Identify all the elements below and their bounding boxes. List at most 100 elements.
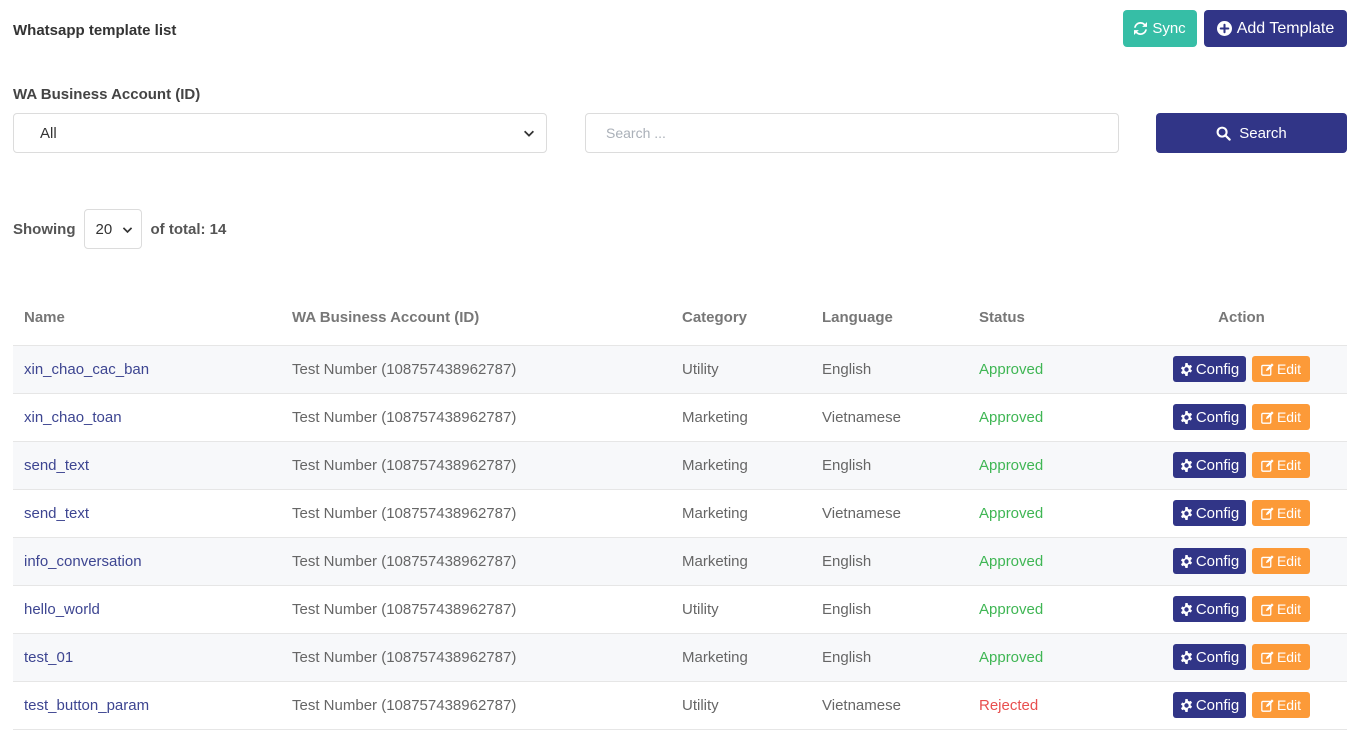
edit-button[interactable]: Edit [1252,596,1310,622]
edit-button[interactable]: Edit [1252,452,1310,478]
status-cell: Approved [968,633,1136,682]
category-cell: Utility [671,585,811,634]
config-button[interactable]: Config [1173,500,1246,526]
category-cell: Marketing [671,489,811,538]
edit-label: Edit [1276,649,1302,665]
edit-icon [1261,554,1274,568]
table-row: send_text Test Number (108757438962787) Ma… [13,489,1347,538]
language-cell: English [811,585,968,634]
action-cell: Config Edit [1136,489,1347,538]
config-button[interactable]: Config [1173,452,1246,478]
edit-label: Edit [1276,697,1302,713]
page-size-value: 20 [95,220,113,238]
edit-button[interactable]: Edit [1252,692,1310,718]
table-row: xin_chao_cac_ban Test Number (10875743896… [13,345,1347,394]
template-name[interactable]: xin_chao_cac_ban [13,345,281,394]
pagination-bar: Showing 20 of total: 14 [13,209,226,249]
config-label: Config [1195,456,1240,474]
action-cell: Config Edit [1136,537,1347,586]
table-row: send_text Test Number (108757438962787) Ma… [13,441,1347,490]
template-table: Name WA Business Account (ID) Category L… [13,290,1347,730]
edit-button[interactable]: Edit [1252,548,1310,574]
config-label: Config [1195,360,1240,378]
column-header-category[interactable]: Category [671,290,811,346]
action-cell: Config Edit [1136,585,1347,634]
config-button[interactable]: Config [1173,404,1246,430]
category-cell: Utility [671,345,811,394]
config-button[interactable]: Config [1173,644,1246,670]
template-name[interactable]: send_text [13,489,281,538]
edit-label: Edit [1276,553,1302,569]
account-cell: Test Number (108757438962787) [281,633,671,682]
config-button[interactable]: Config [1173,692,1246,718]
template-name[interactable]: hello_world [13,585,281,634]
edit-button[interactable]: Edit [1252,644,1310,670]
column-header-name[interactable]: Name [13,290,281,346]
gear-icon [1180,506,1192,520]
status-cell: Approved [968,441,1136,490]
column-header-language[interactable]: Language [811,290,968,346]
config-label: Config [1195,648,1240,666]
template-name[interactable]: info_conversation [13,537,281,586]
edit-button[interactable]: Edit [1252,356,1310,382]
action-cell: Config Edit [1136,345,1347,394]
gear-icon [1180,602,1192,616]
sync-label: Sync [1152,20,1186,37]
account-cell: Test Number (108757438962787) [281,585,671,634]
edit-label: Edit [1276,505,1302,521]
edit-icon [1261,410,1274,424]
language-cell: English [811,537,968,586]
add-template-button[interactable]: Add Template [1204,10,1347,47]
page-size-select[interactable]: 20 [83,209,142,249]
edit-label: Edit [1276,601,1302,617]
action-cell: Config Edit [1136,681,1347,730]
column-header-account[interactable]: WA Business Account (ID) [281,290,671,346]
config-button[interactable]: Config [1173,356,1246,382]
gear-icon [1180,698,1192,712]
chevron-down-icon [122,227,132,234]
edit-icon [1261,602,1274,616]
config-label: Config [1195,696,1240,714]
table-header: Name WA Business Account (ID) Category L… [13,290,1347,346]
edit-label: Edit [1276,361,1302,377]
status-cell: Rejected [968,681,1136,730]
search-button[interactable]: Search [1156,113,1347,153]
category-cell: Marketing [671,393,811,442]
edit-button[interactable]: Edit [1252,404,1310,430]
gear-icon [1180,410,1192,424]
config-label: Config [1195,408,1240,426]
chevron-down-icon [524,130,534,137]
config-button[interactable]: Config [1173,596,1246,622]
column-header-status[interactable]: Status [968,290,1136,346]
edit-label: Edit [1276,409,1302,425]
status-cell: Approved [968,345,1136,394]
template-name[interactable]: xin_chao_toan [13,393,281,442]
search-input[interactable] [585,113,1119,153]
table-row: hello_world Test Number (108757438962787)… [13,585,1347,634]
search-icon [1216,126,1231,141]
edit-icon [1261,506,1274,520]
gear-icon [1180,650,1192,664]
gear-icon [1180,554,1192,568]
status-cell: Approved [968,489,1136,538]
config-button[interactable]: Config [1173,548,1246,574]
status-cell: Approved [968,585,1136,634]
template-name[interactable]: send_text [13,441,281,490]
language-cell: Vietnamese [811,489,968,538]
total-count: of total: 14 [150,220,227,238]
column-header-action: Action [1136,290,1347,346]
account-cell: Test Number (108757438962787) [281,345,671,394]
sync-button[interactable]: Sync [1123,10,1197,47]
edit-button[interactable]: Edit [1252,500,1310,526]
table-row: xin_chao_toan Test Number (10875743896278… [13,393,1347,442]
account-filter-label: WA Business Account (ID) [13,86,201,103]
template-name[interactable]: test_01 [13,633,281,682]
edit-icon [1261,362,1274,376]
action-cell: Config Edit [1136,441,1347,490]
config-label: Config [1195,504,1240,522]
template-name[interactable]: test_button_param [13,681,281,730]
action-cell: Config Edit [1136,633,1347,682]
language-cell: English [811,633,968,682]
language-cell: English [811,345,968,394]
account-select[interactable]: All [13,113,547,153]
